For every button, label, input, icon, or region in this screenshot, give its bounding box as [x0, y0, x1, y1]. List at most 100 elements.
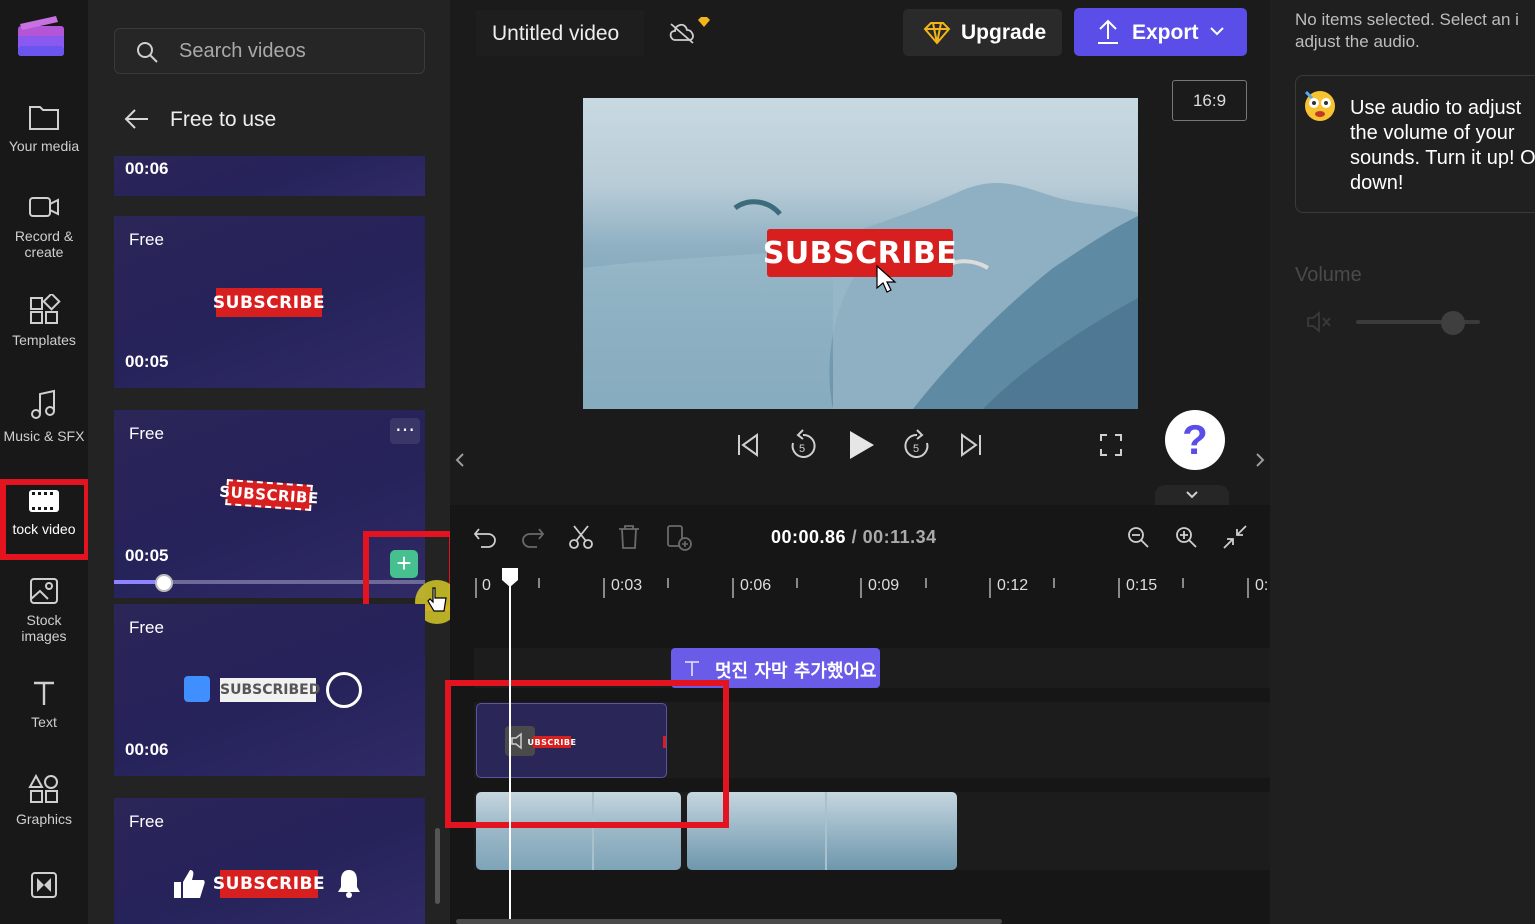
- ruler-label: 0:03: [611, 577, 643, 594]
- playhead-line: [509, 578, 511, 924]
- search-box[interactable]: [114, 28, 425, 74]
- bell-icon: [338, 870, 360, 898]
- chevron-down-icon: [1186, 491, 1198, 499]
- play-icon[interactable]: [846, 429, 876, 461]
- ruler-tick: [1118, 578, 1120, 598]
- upload-icon: [1098, 19, 1118, 44]
- forward-5-icon[interactable]: 5: [902, 429, 932, 461]
- video-card[interactable]: Free SUBSCRIBE: [114, 798, 425, 924]
- ruler-tick: [1053, 578, 1055, 588]
- redo-icon[interactable]: [521, 525, 545, 549]
- rail-music-sfx[interactable]: Music & SFX: [0, 388, 88, 444]
- rail-graphics[interactable]: Graphics: [0, 773, 88, 827]
- cloud-off-icon: [669, 23, 694, 44]
- text-icon: [685, 661, 699, 676]
- search-input[interactable]: [179, 29, 409, 73]
- svg-text:5: 5: [913, 443, 919, 455]
- collapse-preview-button[interactable]: [1155, 485, 1229, 505]
- export-label: Export: [1132, 21, 1199, 44]
- rail-label: Text: [31, 714, 57, 730]
- video-card[interactable]: Free SUBSCRIBED 00:06: [114, 604, 425, 776]
- subscribe-thumbnail: SUBSCRIBE: [219, 479, 319, 511]
- free-label: Free: [129, 230, 164, 249]
- preview-scrubber-thumb[interactable]: [154, 574, 173, 592]
- export-button[interactable]: Export: [1074, 8, 1247, 56]
- volume-slider-thumb: [1440, 311, 1465, 335]
- aspect-ratio-button[interactable]: 16:9: [1172, 80, 1247, 121]
- delete-icon[interactable]: [617, 524, 641, 550]
- rail-transitions[interactable]: [0, 870, 88, 906]
- project-title[interactable]: Untitled video: [476, 10, 644, 56]
- diamond-icon: [923, 22, 951, 45]
- playhead-handle[interactable]: [500, 566, 520, 588]
- library-title: Free to use: [170, 108, 277, 131]
- search-icon: [137, 42, 158, 63]
- back-button[interactable]: [122, 104, 154, 136]
- rail-stock-images[interactable]: Stock images: [0, 576, 88, 644]
- ruler-label: 0:: [1255, 577, 1269, 594]
- duplicate-icon[interactable]: [665, 524, 693, 552]
- ruler-tick: [989, 578, 991, 598]
- premium-diamond-icon: [698, 17, 710, 27]
- skip-back-icon[interactable]: [735, 432, 761, 458]
- pointer-cursor-icon: [876, 264, 897, 293]
- rail-your-media[interactable]: Your media: [0, 102, 88, 154]
- transitions-icon: [31, 872, 57, 898]
- video-card[interactable]: Free SUBSCRIBE 00:05: [114, 216, 425, 388]
- image-icon: [30, 578, 58, 604]
- subscribed-thumbnail: SUBSCRIBED: [220, 678, 320, 702]
- zoom-out-icon[interactable]: [1126, 525, 1150, 549]
- ruler-tick: [860, 578, 862, 598]
- ruler-tick: [732, 578, 734, 598]
- clip-frame-divider: [825, 792, 827, 870]
- text-clip-label: 멋진 자막 추가했어요: [715, 661, 877, 682]
- subscribe-thumbnail: SUBSCRIBE: [213, 870, 325, 898]
- card-duration: 00:06: [125, 159, 169, 178]
- rail-record-create[interactable]: Record & create: [0, 192, 88, 260]
- ruler-label: 0:09: [868, 577, 900, 594]
- total-time: 00:11.34: [862, 527, 937, 547]
- ruler-tick: [538, 578, 540, 588]
- rail-text[interactable]: Text: [0, 678, 88, 730]
- ruler-tick: [925, 578, 927, 588]
- ruler-label: 0:06: [740, 577, 772, 594]
- graphics-icon: [28, 773, 58, 803]
- ruler-tick: [1247, 578, 1249, 598]
- video-preview[interactable]: SUBSCRIBE: [583, 98, 1138, 409]
- zoom-in-icon[interactable]: [1174, 525, 1198, 549]
- rail-label: Your media: [8, 138, 80, 154]
- no-selection-notice: No items selected. Select an i adjust th…: [1295, 10, 1519, 51]
- subscribe-overlay[interactable]: SUBSCRIBE: [763, 229, 957, 277]
- ruler-tick: [796, 578, 798, 588]
- library-scrollbar[interactable]: [435, 828, 440, 904]
- collapse-right-icon[interactable]: [1253, 452, 1267, 468]
- cloud-sync-button[interactable]: [660, 10, 710, 56]
- skip-forward-icon[interactable]: [958, 432, 984, 458]
- ruler-tick: [603, 578, 605, 598]
- rail-templates[interactable]: Templates: [0, 294, 88, 348]
- time-readout: 00:00.86 / 00:11.34: [771, 527, 937, 548]
- text-icon: [34, 681, 54, 705]
- undo-icon[interactable]: [473, 525, 497, 549]
- timeline-h-scrollbar[interactable]: [456, 919, 1002, 924]
- music-icon: [31, 389, 55, 419]
- collapse-left-icon[interactable]: [453, 452, 467, 468]
- fullscreen-icon[interactable]: [1099, 433, 1123, 457]
- help-button[interactable]: ?: [1165, 410, 1225, 470]
- camera-icon: [29, 197, 59, 217]
- ruler-tick: [1182, 578, 1184, 588]
- free-label: Free: [129, 424, 164, 443]
- chevron-down-icon: [1210, 27, 1224, 36]
- rewind-5-icon[interactable]: 5: [788, 429, 818, 461]
- time-separator: /: [846, 527, 863, 547]
- current-time: 00:00.86: [771, 527, 847, 547]
- folder-icon: [29, 106, 59, 130]
- scissors-icon[interactable]: [568, 524, 594, 550]
- more-options-button[interactable]: ⋯: [390, 418, 420, 444]
- upgrade-button[interactable]: Upgrade: [903, 9, 1062, 56]
- app-logo[interactable]: [16, 12, 66, 58]
- fit-timeline-icon[interactable]: [1222, 524, 1248, 550]
- highlight-stock-video: [0, 479, 90, 560]
- video-card[interactable]: 00:06: [114, 156, 425, 196]
- left-rail: Your media Record & create Templates Mus…: [0, 0, 90, 924]
